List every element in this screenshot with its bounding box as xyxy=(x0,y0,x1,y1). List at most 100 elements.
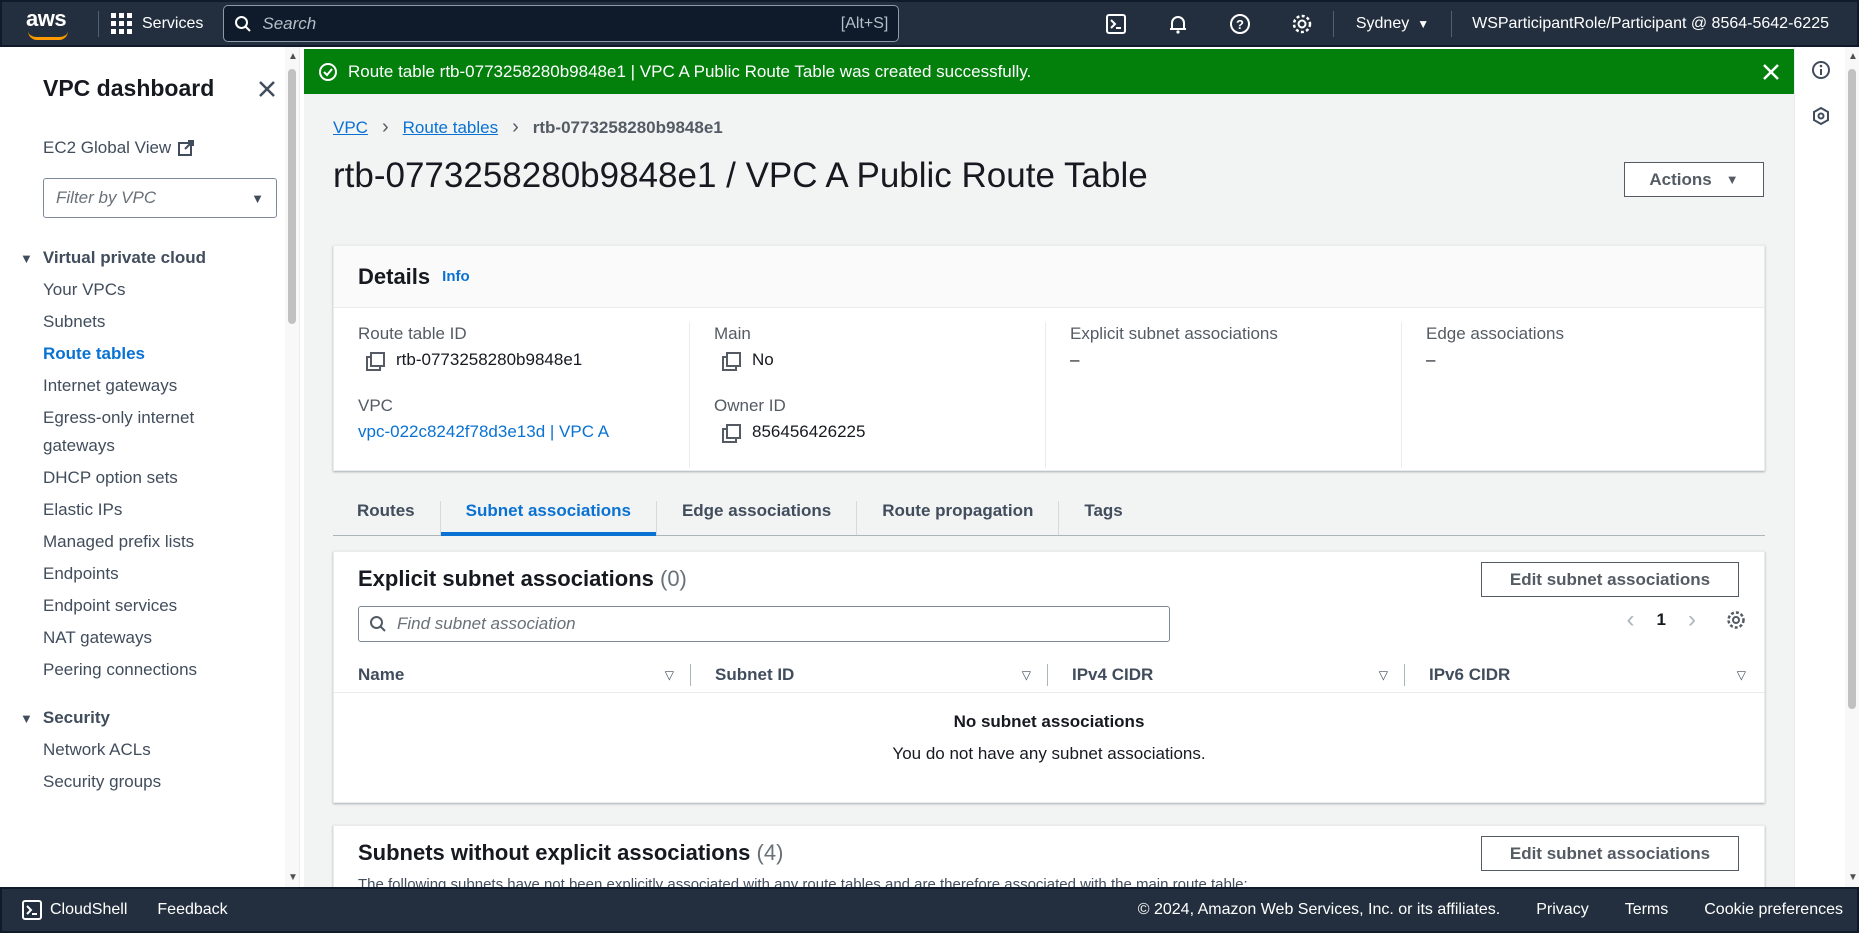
tab-subnet-associations[interactable]: Subnet associations xyxy=(440,501,657,536)
main-scroll-thumb[interactable] xyxy=(1848,69,1856,709)
services-menu-button[interactable]: Services xyxy=(111,13,203,34)
close-icon[interactable] xyxy=(257,79,277,99)
scroll-up-icon[interactable]: ▲ xyxy=(1848,51,1858,62)
find-subnet-association-input[interactable]: Find subnet association xyxy=(358,606,1170,642)
region-selector[interactable]: Sydney ▼ xyxy=(1332,10,1451,37)
vpc-label: VPC xyxy=(358,396,393,415)
cloudshell-footer-button[interactable]: CloudShell xyxy=(22,900,127,920)
breadcrumb-vpc-link[interactable]: VPC xyxy=(333,118,368,138)
ec2-global-view-link[interactable]: EC2 Global View xyxy=(2,138,299,158)
chevron-left-icon[interactable]: ‹ xyxy=(1627,606,1635,634)
close-icon[interactable] xyxy=(1762,63,1780,81)
aws-logo[interactable]: aws xyxy=(24,4,86,44)
hexagon-icon xyxy=(1812,106,1829,126)
sidebar-item-dhcp-option-sets[interactable]: DHCP option sets xyxy=(2,464,299,492)
sidebar-item-egress-only-internet-gateways[interactable]: Egress-only internet gateways xyxy=(2,404,232,460)
cookie-preferences-link[interactable]: Cookie preferences xyxy=(1704,901,1843,919)
actions-label: Actions xyxy=(1649,169,1712,189)
section-virtual-private-cloud[interactable]: ▼ Virtual private cloud xyxy=(2,248,299,268)
tab-edge-associations[interactable]: Edge associations xyxy=(657,501,858,535)
edit-subnet-associations-button[interactable]: Edit subnet associations xyxy=(1481,562,1739,597)
without-description: The following subnets have not been expl… xyxy=(358,876,1248,887)
details-columns: Route table ID rtb-0773258280b9848e1 VPC… xyxy=(334,308,1764,468)
sidebar-item-subnets[interactable]: Subnets xyxy=(2,308,299,336)
owner-id-value: 856456426225 xyxy=(714,422,1045,443)
tab-routes[interactable]: Routes xyxy=(333,501,441,535)
sidebar-item-elastic-ips[interactable]: Elastic IPs xyxy=(2,496,299,524)
privacy-link[interactable]: Privacy xyxy=(1536,901,1588,919)
sidebar-item-security-groups[interactable]: Security groups xyxy=(2,768,299,796)
sidebar-title[interactable]: VPC dashboard xyxy=(43,75,214,102)
feedback-link[interactable]: Feedback xyxy=(157,901,227,919)
column-header-ipv6-cidr[interactable]: IPv6 CIDR ▽ xyxy=(1405,664,1762,686)
empty-text: You do not have any subnet associations. xyxy=(892,744,1206,763)
column-header-ipv4-cidr[interactable]: IPv4 CIDR ▽ xyxy=(1048,664,1405,686)
page-number[interactable]: 1 xyxy=(1657,610,1666,630)
column-label: IPv6 CIDR xyxy=(1429,665,1511,684)
services-label: Services xyxy=(142,14,204,32)
top-navigation: aws Services Search [Alt+S] ? Sydney ▼ W xyxy=(0,0,1859,47)
settings-button[interactable] xyxy=(1271,0,1333,47)
gear-icon[interactable] xyxy=(1726,610,1746,630)
sort-caret-icon: ▽ xyxy=(664,668,674,682)
actions-button[interactable]: Actions ▼ xyxy=(1624,162,1764,197)
caret-down-icon: ▼ xyxy=(20,250,33,266)
section-label: Security xyxy=(42,708,110,727)
caret-down-icon: ▼ xyxy=(251,190,264,206)
grid-menu-icon xyxy=(111,13,132,34)
main-scrollbar[interactable]: ▲ ▼ xyxy=(1845,47,1859,887)
info-panel-button[interactable] xyxy=(1795,47,1846,93)
cloudshell-button[interactable] xyxy=(1085,0,1147,47)
sidebar-vpc-list: Your VPCs Subnets Route tables Internet … xyxy=(2,276,299,684)
sidebar-scroll-thumb[interactable] xyxy=(288,69,296,324)
sidebar-item-route-tables[interactable]: Route tables xyxy=(2,340,299,368)
section-label: Virtual private cloud xyxy=(42,248,206,267)
tutorial-panel-button[interactable] xyxy=(1795,93,1846,139)
sidebar-item-your-vpcs[interactable]: Your VPCs xyxy=(2,276,299,304)
nav-divider xyxy=(98,10,99,37)
ec2-global-view-label: EC2 Global View xyxy=(43,138,172,157)
sidebar-item-endpoints[interactable]: Endpoints xyxy=(2,560,299,588)
section-security[interactable]: ▼ Security xyxy=(2,708,299,728)
scroll-up-icon[interactable]: ▲ xyxy=(288,51,298,62)
aws-logo-text: aws xyxy=(26,5,67,31)
terms-link[interactable]: Terms xyxy=(1625,901,1669,919)
tab-tags[interactable]: Tags xyxy=(1059,501,1147,535)
right-utility-rail xyxy=(1794,47,1845,887)
sidebar: VPC dashboard EC2 Global View Filter by … xyxy=(2,47,300,887)
vpc-link[interactable]: vpc-022c8242f78d3e13d | VPC A xyxy=(358,422,689,442)
sidebar-item-network-acls[interactable]: Network ACLs xyxy=(2,736,299,764)
copy-icon[interactable] xyxy=(722,352,741,371)
tab-route-propagation[interactable]: Route propagation xyxy=(857,501,1060,535)
filter-by-vpc-select[interactable]: Filter by VPC ▼ xyxy=(43,178,277,218)
global-search-input[interactable]: Search [Alt+S] xyxy=(223,5,900,42)
sidebar-item-internet-gateways[interactable]: Internet gateways xyxy=(2,372,299,400)
edit-subnet-associations-button[interactable]: Edit subnet associations xyxy=(1481,836,1739,871)
flash-message: Route table rtb-0773258280b9848e1 | VPC … xyxy=(348,61,1032,81)
breadcrumb-route-tables-link[interactable]: Route tables xyxy=(403,118,498,138)
info-link[interactable]: Info xyxy=(442,268,470,285)
sidebar-item-endpoint-services[interactable]: Endpoint services xyxy=(2,592,299,620)
notifications-button[interactable] xyxy=(1147,0,1209,47)
sidebar-item-peering-connections[interactable]: Peering connections xyxy=(2,656,299,684)
column-label: IPv4 CIDR xyxy=(1072,665,1154,684)
sidebar-item-managed-prefix-lists[interactable]: Managed prefix lists xyxy=(2,528,299,556)
chevron-right-icon[interactable]: › xyxy=(1688,606,1696,634)
empty-state: No subnet associations You do not have a… xyxy=(334,712,1764,764)
scroll-down-icon[interactable]: ▼ xyxy=(288,872,298,883)
details-header: Details Info xyxy=(334,246,1764,308)
help-button[interactable]: ? xyxy=(1209,0,1271,47)
copy-icon[interactable] xyxy=(366,352,385,371)
copy-icon[interactable] xyxy=(722,424,741,443)
column-header-name[interactable]: Name ▽ xyxy=(334,664,691,686)
column-header-subnet-id[interactable]: Subnet ID ▽ xyxy=(691,664,1048,686)
chevron-right-icon: › xyxy=(381,116,389,138)
external-link-icon xyxy=(178,140,195,156)
edge-associations-label: Edge associations xyxy=(1426,324,1564,343)
sidebar-item-nat-gateways[interactable]: NAT gateways xyxy=(2,624,299,652)
account-menu[interactable]: WSParticipantRole/Participant @ 8564-564… xyxy=(1451,10,1857,37)
breadcrumb-current: rtb-0773258280b9848e1 xyxy=(532,117,723,137)
sidebar-scrollbar[interactable]: ▲ ▼ xyxy=(285,47,299,887)
scroll-down-icon[interactable]: ▼ xyxy=(1848,872,1858,883)
explicit-associations-value: – xyxy=(1070,350,1080,369)
